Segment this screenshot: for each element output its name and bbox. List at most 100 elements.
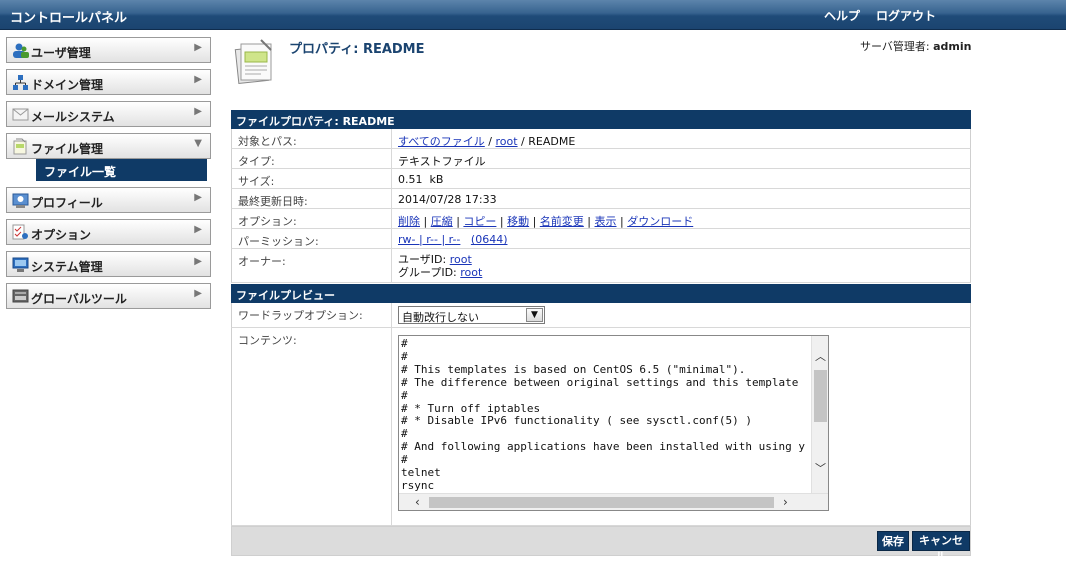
user-role-label: サーバ管理者:: [860, 40, 934, 53]
scroll-down-icon[interactable]: ﹀: [815, 460, 826, 476]
wrap-option-row: ワードラップオプション: 自動改行しない ▼: [231, 303, 971, 328]
content-label: コンテンツ:: [232, 328, 392, 525]
file-properties-heading: ファイルプロパティ: README: [231, 110, 971, 129]
horizontal-scroll-thumb[interactable]: [429, 497, 774, 508]
sidebar-item-file-manager[interactable]: ファイル管理 ▼: [6, 133, 211, 159]
path-row: 対象とパス: すべてのファイル / root / README: [231, 129, 971, 149]
sidebar-item-profile[interactable]: プロフィール ▶: [6, 187, 211, 213]
permission-row: パーミッション: rw- | r-- | r-- (0644): [231, 229, 971, 249]
sidebar-item-label: システム管理: [31, 260, 103, 274]
chevron-right-icon: ▶: [194, 256, 202, 267]
sidebar-item-label: オプション: [31, 228, 92, 242]
sidebar-item-label: ユーザ管理: [31, 46, 91, 60]
sidebar-item-label: グローバルツール: [31, 292, 127, 306]
modified-label: 最終更新日時:: [232, 189, 392, 208]
permission-value: rw- | r-- | r-- (0644): [392, 229, 970, 248]
delete-link[interactable]: 削除: [398, 215, 420, 228]
modified-value: 2014/07/28 17:33: [398, 193, 497, 206]
modified-row: 最終更新日時: 2014/07/28 17:33: [231, 189, 971, 209]
chevron-right-icon: ▶: [194, 42, 202, 53]
sidebar-item-label: ファイル管理: [31, 142, 104, 156]
content-cell: # # # This templates is based on CentOS …: [392, 328, 970, 525]
file-manager-icon: [13, 138, 27, 155]
sidebar-item-users[interactable]: ユーザ管理 ▶: [6, 37, 211, 63]
sidebar: ユーザ管理 ▶ ドメイン管理 ▶ メールシステム ▶ ファイル管理 ▼ ファイル…: [6, 37, 211, 315]
save-button[interactable]: 保存: [877, 531, 909, 551]
size-value: 0.51 kB: [398, 173, 444, 186]
download-link[interactable]: ダウンロード: [627, 215, 693, 228]
file-preview-heading: ファイルプレビュー: [231, 284, 971, 303]
mail-icon: [12, 108, 29, 121]
owner-row: オーナー: ユーザID: root グループID: root: [231, 249, 971, 283]
domain-icon: [13, 75, 28, 90]
vertical-scroll-thumb[interactable]: [814, 370, 827, 422]
sidebar-item-mail[interactable]: メールシステム ▶: [6, 101, 211, 127]
sidebar-item-domains[interactable]: ドメイン管理 ▶: [6, 69, 211, 95]
chevron-right-icon: ▶: [194, 106, 202, 117]
chevron-right-icon: ▶: [194, 224, 202, 235]
content-textarea[interactable]: # # # This templates is based on CentOS …: [398, 335, 829, 511]
options-label: オプション:: [232, 209, 392, 228]
owner-group-link[interactable]: root: [460, 266, 482, 279]
owner-group-label: グループID:: [398, 266, 461, 279]
sidebar-item-options[interactable]: オプション ▶: [6, 219, 211, 245]
chevron-right-icon: ▶: [194, 74, 202, 85]
app-title: コントロールパネル: [10, 11, 128, 26]
options-row: オプション: 削除 | 圧縮 | コピー | 移動 | 名前変更 | 表示 | …: [231, 209, 971, 229]
scroll-up-icon[interactable]: ︿: [815, 348, 826, 364]
system-icon: [12, 257, 29, 272]
rename-link[interactable]: 名前変更: [540, 215, 584, 228]
cancel-button[interactable]: キャンセル: [912, 531, 970, 563]
owner-user-link[interactable]: root: [450, 253, 472, 266]
move-link[interactable]: 移動: [507, 215, 529, 228]
owner-user-label: ユーザID:: [398, 253, 450, 266]
sidebar-item-label: プロフィール: [31, 196, 103, 210]
path-label: 対象とパス:: [232, 129, 392, 148]
file-properties-icon: [234, 39, 272, 85]
type-value: テキストファイル: [398, 155, 486, 168]
permission-octal-link[interactable]: (0644): [471, 233, 508, 246]
content-row: コンテンツ: # # # This templates is based on …: [231, 328, 971, 526]
user-name: admin: [933, 40, 972, 53]
chevron-right-icon: ▶: [194, 288, 202, 299]
scroll-left-icon[interactable]: ‹: [415, 495, 420, 509]
help-link[interactable]: ヘルプ: [824, 7, 860, 24]
path-filename: / README: [517, 135, 576, 148]
sidebar-item-system[interactable]: システム管理 ▶: [6, 251, 211, 277]
path-all-files-link[interactable]: すべてのファイル: [398, 135, 485, 148]
path-root-link[interactable]: root: [496, 135, 518, 148]
type-label: タイプ:: [232, 149, 392, 168]
page-title: プロパティ: README: [289, 42, 425, 57]
global-tools-icon: [12, 289, 29, 303]
chevron-down-icon: ▼: [194, 138, 202, 149]
logout-link[interactable]: ログアウト: [876, 7, 936, 24]
sidebar-item-global-tools[interactable]: グローバルツール ▶: [6, 283, 211, 309]
path-separator: /: [484, 135, 496, 148]
path-value: すべてのファイル / root / README: [392, 129, 970, 148]
size-row: サイズ: 0.51 kB: [231, 169, 971, 189]
action-bar: 保存 キャンセル: [231, 526, 971, 563]
wrap-option-select[interactable]: 自動改行しない ▼: [398, 306, 545, 324]
owner-value: ユーザID: root グループID: root: [392, 249, 970, 282]
horizontal-scrollbar[interactable]: ‹ ›: [399, 493, 828, 510]
size-label: サイズ:: [232, 169, 392, 188]
scroll-right-icon[interactable]: ›: [783, 495, 788, 509]
wrap-option-label: ワードラップオプション:: [232, 303, 392, 327]
top-bar: コントロールパネル ヘルプ ログアウト: [0, 0, 1066, 30]
wrap-option-cell: 自動改行しない ▼: [392, 303, 970, 327]
sidebar-item-label: メールシステム: [31, 110, 115, 124]
compress-link[interactable]: 圧縮: [431, 215, 453, 228]
vertical-scrollbar[interactable]: ︿ ﹀: [811, 336, 828, 494]
chevron-right-icon: ▶: [194, 192, 202, 203]
copy-link[interactable]: コピー: [463, 215, 496, 228]
type-row: タイプ: テキストファイル: [231, 149, 971, 169]
users-icon: [13, 43, 29, 58]
wrap-option-value: 自動改行しない: [402, 311, 479, 324]
permission-link[interactable]: rw- | r-- | r--: [398, 233, 460, 246]
file-preview-panel: ファイルプレビュー ワードラップオプション: 自動改行しない ▼ コンテンツ: …: [231, 284, 971, 526]
view-link[interactable]: 表示: [595, 215, 617, 228]
sidebar-item-label: ドメイン管理: [31, 78, 104, 92]
permission-label: パーミッション:: [232, 229, 392, 248]
sidebar-subitem-file-list[interactable]: ファイル一覧: [36, 159, 207, 181]
file-properties-panel: ファイルプロパティ: README 対象とパス: すべてのファイル / root…: [231, 110, 971, 283]
